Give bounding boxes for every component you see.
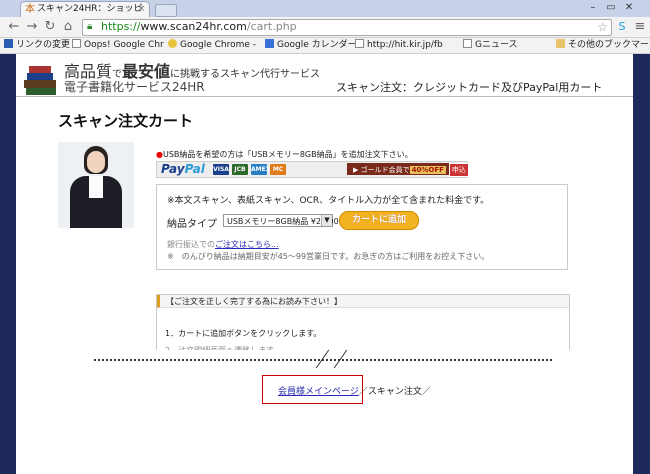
guide-heading: 【ご注文を正しく完了する為にお読み下さい！】 <box>157 295 569 308</box>
address-bar[interactable]: 🔒︎ https://www.scan24hr.com/cart.php ☆ <box>82 19 612 36</box>
page-content: 高品質で最安値に挑戦するスキャン代行サービス 電子書籍化サービス24HR スキャ… <box>16 54 633 474</box>
url-text: https://www.scan24hr.com/cart.php <box>101 20 297 33</box>
other-bookmarks[interactable]: その他のブックマーク <box>556 39 650 52</box>
page-tear-divider <box>16 350 633 368</box>
reload-icon[interactable]: ↻ <box>42 19 58 35</box>
window-close-icon[interactable]: ✕ <box>622 2 636 14</box>
page-icon <box>72 39 81 48</box>
bookmark-item[interactable]: Gニュース <box>463 39 518 52</box>
maximize-icon[interactable]: ▭ <box>604 2 618 14</box>
order-form: ※本文スキャン、表紙スキャン、OCR、タイトル入力が全て含まれた料金です。 納品… <box>156 184 568 270</box>
usb-notice: ●USB納品を希望の方は「USBメモリー8GB納品」を追加注文下さい。 <box>156 150 413 159</box>
bookmark-item[interactable]: Oops! Google Chr <box>72 39 164 52</box>
breadcrumb: 会員様メインページ／スキャン注文／ <box>278 387 431 397</box>
bookmark-item[interactable]: Google カレンダー <box>265 39 357 52</box>
lock-icon: 🔒︎ <box>87 21 93 32</box>
chrome-icon <box>168 39 177 48</box>
site-name: 電子書籍化サービス24HR <box>64 80 205 94</box>
folder-icon <box>556 39 565 48</box>
tab-title: スキャン24HR：ショッピ <box>37 4 143 14</box>
mastercard-icon: MC <box>270 164 286 175</box>
guide-step: 1．カートに追加ボタンをクリックします。 <box>165 329 322 338</box>
tab-favicon-icon: 本 <box>25 4 35 15</box>
jcb-icon: JCB <box>232 164 248 175</box>
staff-photo <box>58 142 134 228</box>
back-icon[interactable]: ← <box>6 19 22 35</box>
browser-tabstrip: 本 スキャン24HR：ショッピ × – ▭ ✕ <box>0 0 650 17</box>
header-caption: スキャン注文：クレジットカード及びPayPal用カート <box>336 81 603 94</box>
bank-transfer-link[interactable]: ご注文はこちら... <box>215 240 279 249</box>
member-home-link[interactable]: 会員様メインページ <box>278 387 359 397</box>
delivery-type-label: 納品タイプ <box>167 219 217 230</box>
delivery-note: ※ のんびり納品は納期目安が45～99営業日です。お急ぎの方はご利用をお控え下さ… <box>167 252 490 261</box>
bookmark-item[interactable]: http://hit.kir.jp/fb <box>355 39 443 52</box>
minimize-icon[interactable]: – <box>586 2 600 14</box>
page-title: スキャン注文カート <box>58 112 194 130</box>
divider <box>16 96 633 97</box>
price-description: ※本文スキャン、表紙スキャン、OCR、タイトル入力が全て含まれた料金です。 <box>167 196 490 206</box>
bookmark-star-icon[interactable]: ☆ <box>597 20 608 34</box>
new-tab-button[interactable] <box>155 4 177 17</box>
tab-close-icon[interactable]: × <box>137 2 145 17</box>
menu-icon[interactable]: ≡ <box>632 19 648 35</box>
amex-icon: AMEX <box>251 164 271 175</box>
skype-icon[interactable]: S <box>614 19 630 35</box>
add-to-cart-button[interactable]: カートに追加 <box>339 211 419 230</box>
browser-tab[interactable]: 本 スキャン24HR：ショッピ × <box>20 1 150 17</box>
forward-icon[interactable]: → <box>24 19 40 35</box>
page-icon <box>355 39 364 48</box>
browser-toolbar: ← → ↻ ⌂ 🔒︎ https://www.scan24hr.com/cart… <box>0 17 650 38</box>
bookmark-favicon-icon <box>4 39 13 48</box>
home-icon[interactable]: ⌂ <box>60 19 76 35</box>
page-icon <box>463 39 472 48</box>
order-guide: 【ご注文を正しく完了する為にお読み下さい！】 1．カートに追加ボタンをクリックし… <box>156 294 570 356</box>
paypal-logo: PayPal <box>161 162 205 176</box>
chevron-down-icon: ▼ <box>321 215 332 226</box>
payment-banner: PayPal VISA JCB AMEX MC ▶ ゴールド会員で 40%OFF 申… <box>156 161 469 178</box>
bookmark-item[interactable]: Google Chrome - <box>168 39 256 52</box>
visa-icon: VISA <box>213 164 229 175</box>
bookmark-item[interactable]: リンクの変更 <box>4 39 70 52</box>
site-logo[interactable] <box>24 60 58 96</box>
gold-member-banner[interactable]: ▶ ゴールド会員で 40%OFF 申込 <box>347 163 469 177</box>
bank-transfer-line: 銀行振込でのご注文はこちら... <box>167 240 279 249</box>
delivery-type-select[interactable]: USBメモリー8GB納品 ¥2,500 ▼ <box>223 214 339 227</box>
calendar-icon <box>265 39 274 48</box>
bookmarks-bar: リンクの変更 Oops! Google Chr Google Chrome - … <box>0 38 650 54</box>
